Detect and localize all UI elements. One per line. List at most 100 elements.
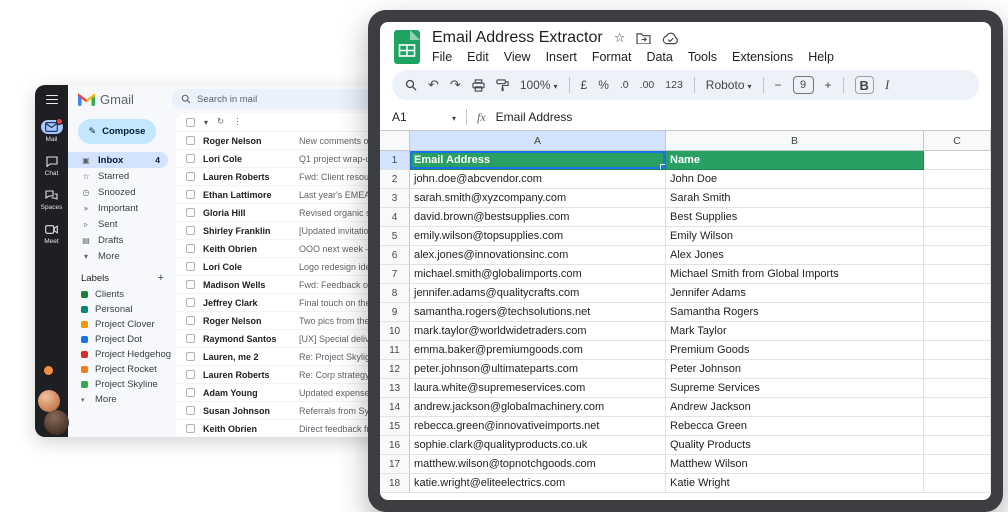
rail-item-mail[interactable]: Mail — [40, 118, 63, 143]
label-item-project-dot[interactable]: Project Dot — [68, 332, 176, 347]
cloud-status-icon[interactable] — [662, 32, 679, 45]
increase-decimal-button[interactable]: .00 — [640, 79, 655, 91]
menu-format[interactable]: Format — [592, 50, 632, 64]
label-item-project-rocket[interactable]: Project Rocket — [68, 362, 176, 377]
row-header-14[interactable]: 14 — [380, 398, 410, 417]
cell-B14[interactable]: Andrew Jackson — [666, 398, 924, 417]
email-checkbox[interactable] — [186, 262, 195, 271]
cell-A18[interactable]: katie.wright@eliteelectrics.com — [410, 474, 666, 493]
cell-C3[interactable] — [924, 189, 991, 208]
menu-file[interactable]: File — [432, 50, 452, 64]
cell-A10[interactable]: mark.taylor@worldwidetraders.com — [410, 322, 666, 341]
row-header-12[interactable]: 12 — [380, 360, 410, 379]
label-item-personal[interactable]: Personal — [68, 302, 176, 317]
cell-C8[interactable] — [924, 284, 991, 303]
email-checkbox[interactable] — [186, 388, 195, 397]
label-item-project-clover[interactable]: Project Clover — [68, 317, 176, 332]
sidebar-item-starred[interactable]: ☆ Starred — [68, 168, 168, 184]
row-header-10[interactable]: 10 — [380, 322, 410, 341]
cell-C13[interactable] — [924, 379, 991, 398]
menu-data[interactable]: Data — [646, 50, 672, 64]
email-checkbox[interactable] — [186, 406, 195, 415]
number-format-button[interactable]: 123 — [665, 79, 683, 91]
row-header-9[interactable]: 9 — [380, 303, 410, 322]
cell-C17[interactable] — [924, 455, 991, 474]
select-all-checkbox[interactable] — [186, 117, 195, 127]
cell-A16[interactable]: sophie.clark@qualityproducts.co.uk — [410, 436, 666, 455]
email-checkbox[interactable] — [186, 424, 195, 433]
cell-A13[interactable]: laura.white@supremeservices.com — [410, 379, 666, 398]
email-checkbox[interactable] — [186, 352, 195, 361]
sidebar-item-snoozed[interactable]: ◷ Snoozed — [68, 184, 168, 200]
email-checkbox[interactable] — [186, 370, 195, 379]
row-header-17[interactable]: 17 — [380, 455, 410, 474]
cell-A1[interactable]: Email Address — [410, 151, 666, 170]
row-header-11[interactable]: 11 — [380, 341, 410, 360]
sidebar-item-sent[interactable]: ▹ Sent — [68, 216, 168, 232]
more-options-icon[interactable]: ⋮ — [233, 117, 242, 127]
cell-B10[interactable]: Mark Taylor — [666, 322, 924, 341]
add-label-button[interactable]: + — [158, 272, 164, 284]
formula-input[interactable]: Email Address — [496, 110, 573, 124]
decrease-decimal-button[interactable]: .0 — [620, 79, 629, 91]
row-header-16[interactable]: 16 — [380, 436, 410, 455]
cell-C11[interactable] — [924, 341, 991, 360]
row-header-15[interactable]: 15 — [380, 417, 410, 436]
cell-B18[interactable]: Katie Wright — [666, 474, 924, 493]
refresh-icon[interactable]: ↻ — [217, 117, 224, 127]
row-header-2[interactable]: 2 — [380, 170, 410, 189]
cell-A15[interactable]: rebecca.green@innovativeimports.net — [410, 417, 666, 436]
row-header-4[interactable]: 4 — [380, 208, 410, 227]
email-checkbox[interactable] — [186, 280, 195, 289]
decrease-font-size-button[interactable]: − — [775, 78, 782, 92]
row-header-1[interactable]: 1 — [380, 151, 410, 170]
cell-B2[interactable]: John Doe — [666, 170, 924, 189]
sidebar-item-drafts[interactable]: ▤ Drafts — [68, 232, 168, 248]
email-checkbox[interactable] — [186, 316, 195, 325]
column-header-B[interactable]: B — [666, 131, 924, 150]
cell-C4[interactable] — [924, 208, 991, 227]
menu-extensions[interactable]: Extensions — [732, 50, 793, 64]
cell-B13[interactable]: Supreme Services — [666, 379, 924, 398]
row-header-3[interactable]: 3 — [380, 189, 410, 208]
increase-font-size-button[interactable]: + — [825, 78, 832, 92]
cell-B9[interactable]: Samantha Rogers — [666, 303, 924, 322]
toolbar-search-icon[interactable] — [405, 79, 417, 91]
menu-view[interactable]: View — [504, 50, 531, 64]
cell-B8[interactable]: Jennifer Adams — [666, 284, 924, 303]
cell-B6[interactable]: Alex Jones — [666, 246, 924, 265]
name-box[interactable]: A1 — [392, 110, 456, 124]
redo-icon[interactable] — [450, 78, 461, 93]
label-item-project-skyline[interactable]: Project Skyline — [68, 377, 176, 392]
cell-A3[interactable]: sarah.smith@xyzcompany.com — [410, 189, 666, 208]
cell-A4[interactable]: david.brown@bestsupplies.com — [410, 208, 666, 227]
cell-B12[interactable]: Peter Johnson — [666, 360, 924, 379]
select-all-corner[interactable] — [380, 131, 410, 150]
cell-C2[interactable] — [924, 170, 991, 189]
email-checkbox[interactable] — [186, 244, 195, 253]
chevron-down-icon[interactable] — [204, 117, 208, 127]
cell-B11[interactable]: Premium Goods — [666, 341, 924, 360]
font-select[interactable]: Roboto — [706, 78, 752, 92]
sidebar-item-more[interactable]: ▾ More — [68, 248, 168, 264]
cell-B16[interactable]: Quality Products — [666, 436, 924, 455]
cell-A6[interactable]: alex.jones@innovationsinc.com — [410, 246, 666, 265]
email-checkbox[interactable] — [186, 190, 195, 199]
menu-edit[interactable]: Edit — [467, 50, 489, 64]
cell-A11[interactable]: emma.baker@premiumgoods.com — [410, 341, 666, 360]
column-header-A[interactable]: A — [410, 131, 666, 150]
italic-button[interactable]: I — [885, 77, 889, 93]
zoom-select[interactable]: 100% — [520, 78, 558, 92]
email-checkbox[interactable] — [186, 334, 195, 343]
menu-help[interactable]: Help — [808, 50, 834, 64]
cell-A7[interactable]: michael.smith@globalimports.com — [410, 265, 666, 284]
row-header-8[interactable]: 8 — [380, 284, 410, 303]
cell-C18[interactable] — [924, 474, 991, 493]
paint-format-icon[interactable] — [496, 78, 509, 92]
cell-B7[interactable]: Michael Smith from Global Imports — [666, 265, 924, 284]
email-checkbox[interactable] — [186, 298, 195, 307]
star-icon[interactable]: ☆ — [614, 31, 626, 46]
cell-C5[interactable] — [924, 227, 991, 246]
cell-A5[interactable]: emily.wilson@topsupplies.com — [410, 227, 666, 246]
column-header-C[interactable]: C — [924, 131, 991, 150]
